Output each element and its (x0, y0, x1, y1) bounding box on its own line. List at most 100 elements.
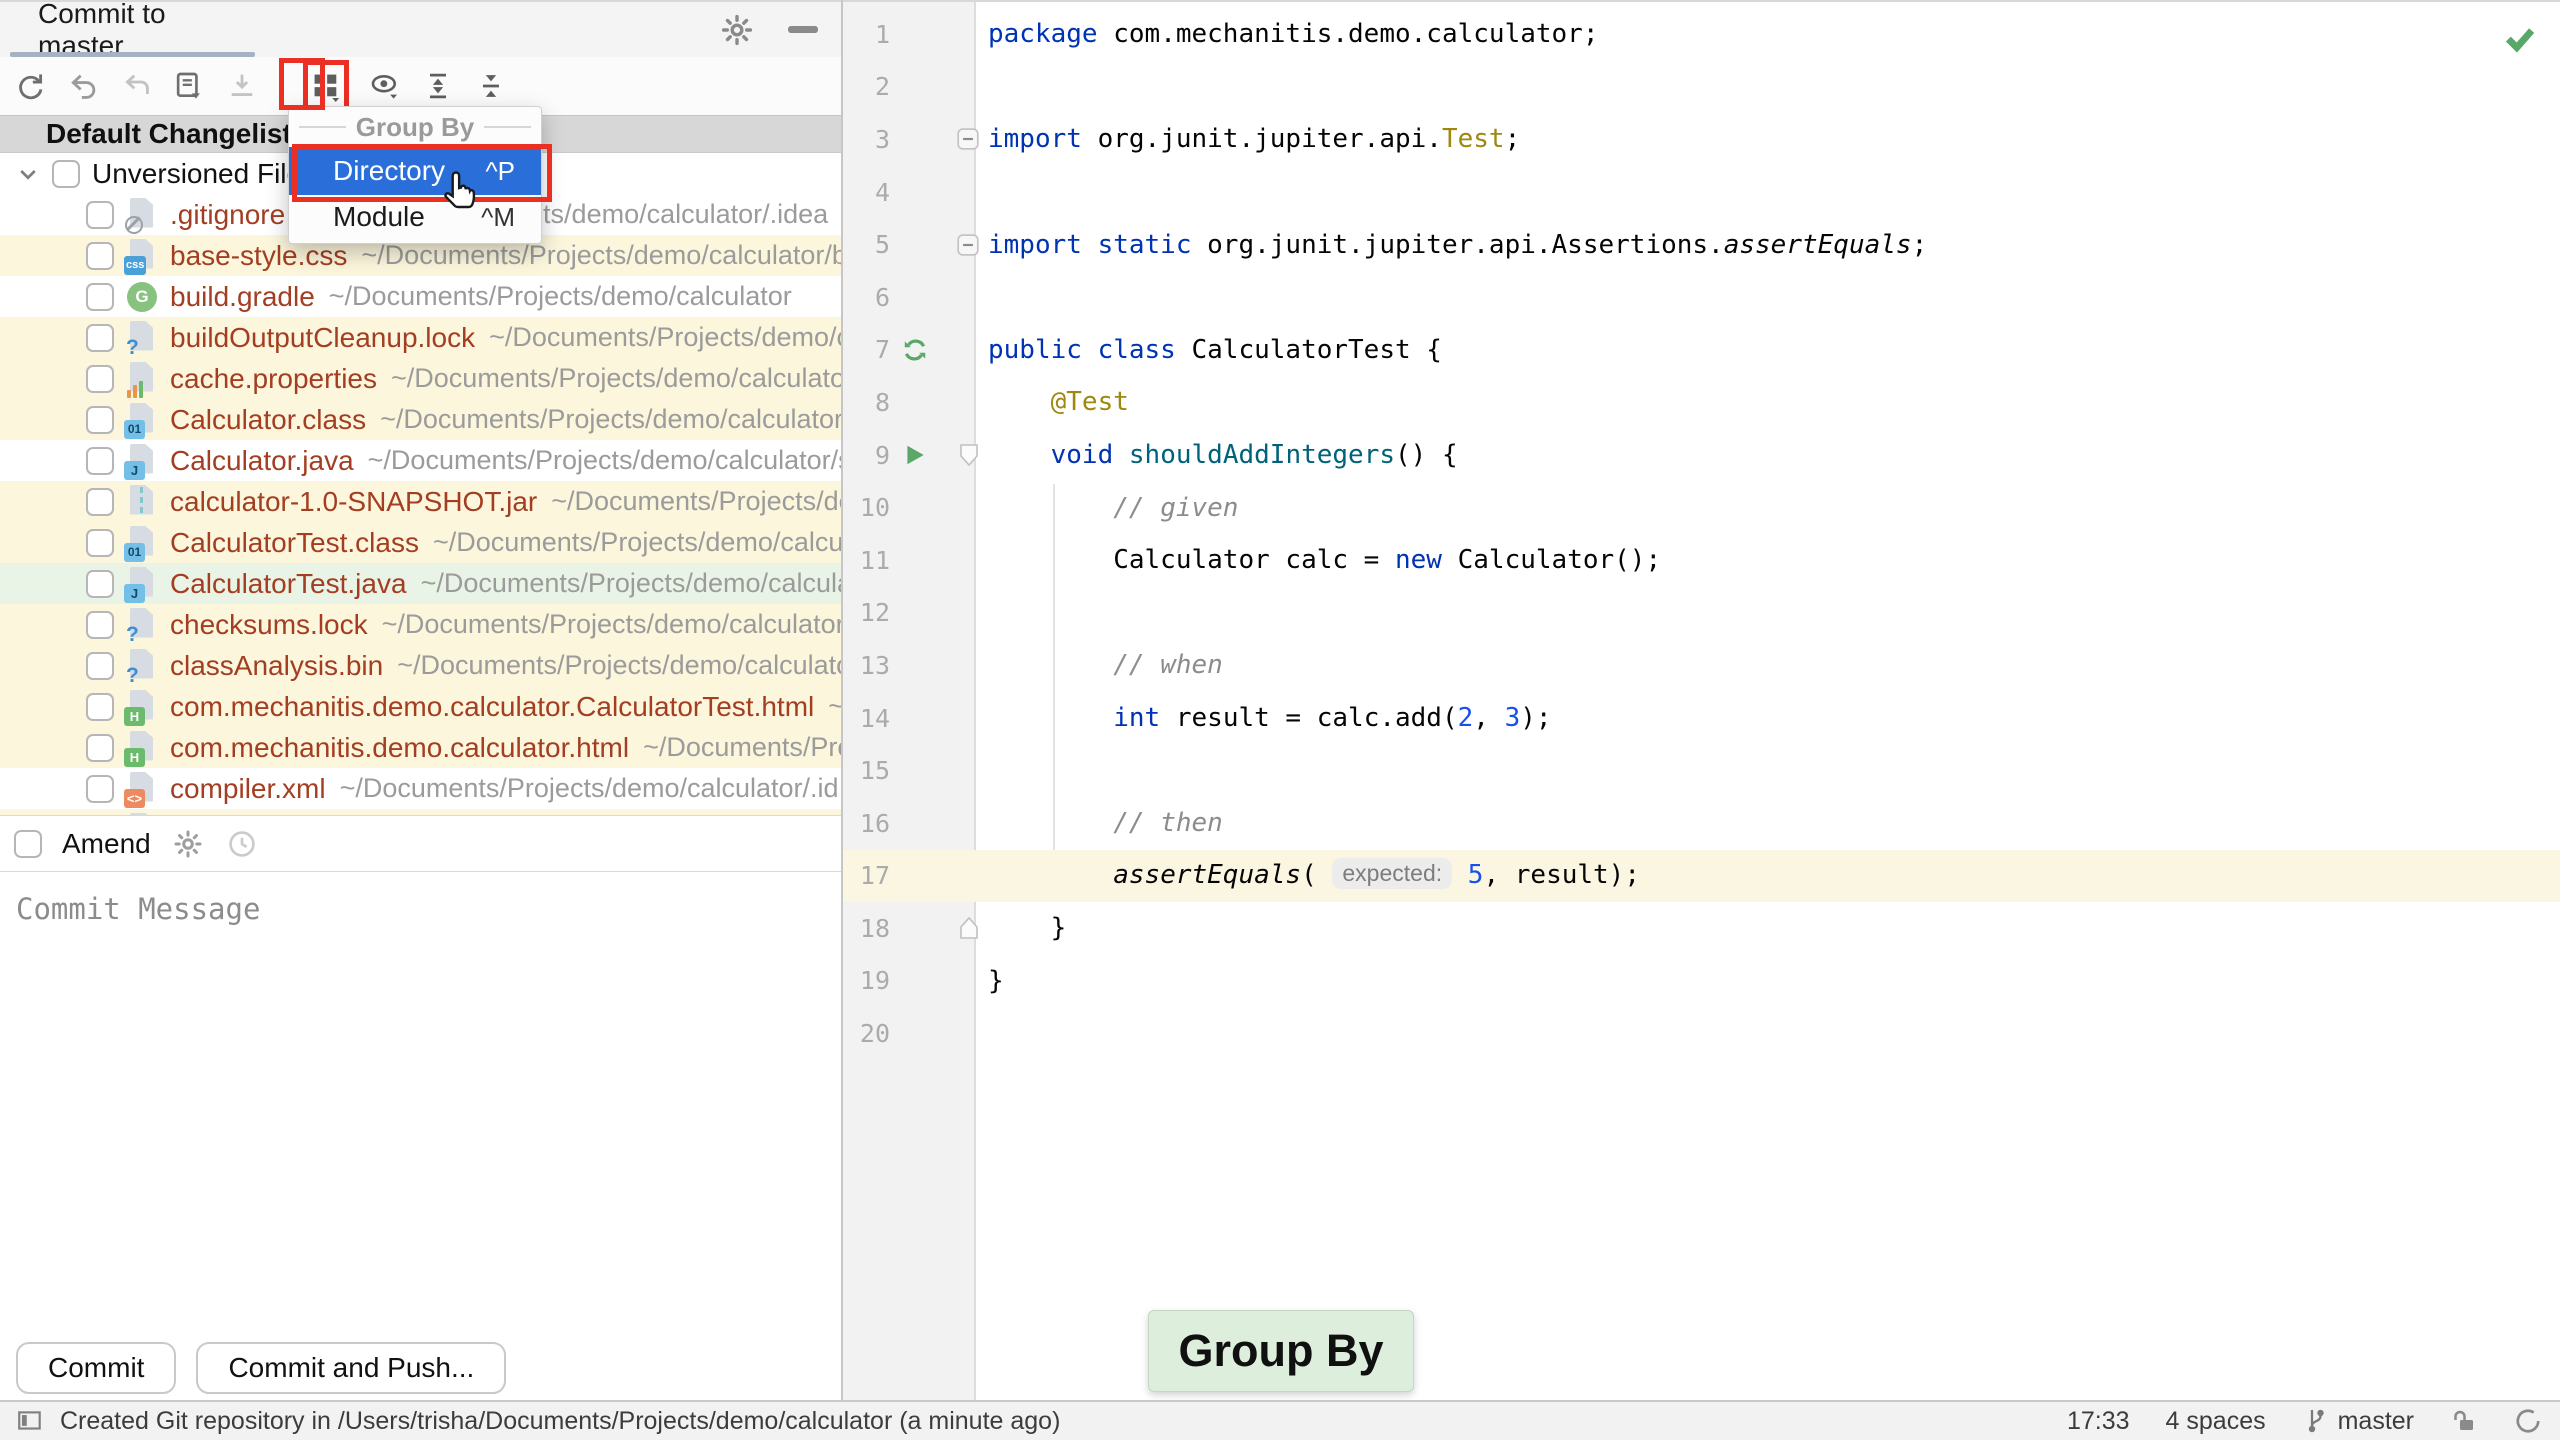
run-test-icon[interactable] (890, 442, 940, 468)
git-branch-widget[interactable]: master (2302, 1407, 2414, 1436)
fold-marker-icon[interactable] (940, 915, 982, 941)
group-by-icon[interactable] (303, 60, 349, 112)
file-row[interactable]: ? checksums.lock ~/Documents/Projects/demo… (0, 604, 841, 645)
commit-message-editor[interactable]: Commit Message (0, 872, 841, 1336)
file-checkbox[interactable] (86, 569, 114, 598)
file-tree[interactable]: Unversioned Files .gitignore ~/Documents/… (0, 153, 841, 815)
menu-header: Group By (289, 107, 541, 147)
commit-button[interactable]: Commit (16, 1342, 177, 1394)
file-row[interactable]: ? buildOutputCleanup.lock ~/Documents/Proj… (0, 317, 841, 358)
file-checkbox[interactable] (86, 282, 114, 311)
line-number: 17 (859, 861, 890, 891)
file-row[interactable]: J Calculator.java ~/Documents/Projects/dem… (0, 440, 841, 481)
code-text[interactable]: Calculator calc = new Calculator(); (982, 545, 1661, 575)
unknown-file-icon: ? (124, 319, 160, 358)
file-list: .gitignore ~/Documents/Projects/demo/calc… (0, 194, 841, 815)
minimize-icon[interactable] (785, 12, 821, 48)
toolwindow-toggle-icon[interactable] (16, 1407, 44, 1435)
code-lines: 1 package com.mechanitis.demo.calculator;… (843, 8, 2560, 1060)
rollback-icon[interactable] (119, 69, 153, 103)
code-text[interactable]: void shouldAddIntegers() { (982, 440, 1458, 470)
gear-icon[interactable] (719, 12, 755, 48)
line-number: 13 (859, 650, 890, 680)
file-checkbox[interactable] (86, 692, 114, 721)
file-name: buildOutputCleanup.lock (170, 321, 476, 353)
fold-marker-icon[interactable] (940, 233, 982, 257)
code-text[interactable]: } (982, 966, 1004, 996)
unlock-icon[interactable] (2450, 1407, 2478, 1435)
changelist-icon[interactable] (172, 69, 206, 103)
unversioned-files-checkbox[interactable] (52, 159, 80, 188)
refresh-icon[interactable] (13, 69, 47, 103)
code-text[interactable]: import static org.junit.jupiter.api.Asse… (982, 230, 1927, 260)
file-name: com.mechanitis.demo.calculator.Calculato… (170, 690, 815, 722)
shelve-icon[interactable] (225, 69, 259, 103)
fold-marker-icon[interactable] (940, 127, 982, 151)
file-row[interactable]: 01 Calculator.class ~/Documents/Projects/d… (0, 399, 841, 440)
inspections-ok-icon[interactable] (2502, 20, 2538, 56)
code-line: 13 // when (843, 639, 2560, 692)
file-row[interactable]: J CalculatorTest.java ~/Documents/Projects… (0, 563, 841, 604)
file-row[interactable]: <> compiler.xml ~/Documents/Projects/demo/… (0, 768, 841, 809)
file-checkbox[interactable] (86, 528, 114, 557)
file-row[interactable]: cache.properties ~/Documents/Projects/dem… (0, 358, 841, 399)
file-row[interactable]: calculator-1.0-SNAPSHOT.jar ~/Documents/P… (0, 481, 841, 522)
menu-item-module[interactable]: Module ^M (289, 195, 541, 239)
file-row[interactable]: ? classAnalysis.bin ~/Documents/Projects/d… (0, 645, 841, 686)
history-clock-icon[interactable] (225, 827, 259, 861)
file-checkbox[interactable] (86, 774, 114, 803)
status-indent-info[interactable]: 4 spaces (2166, 1407, 2266, 1436)
code-text[interactable]: package com.mechanitis.demo.calculator; (982, 19, 1598, 49)
undo-icon[interactable] (66, 69, 100, 103)
code-editor[interactable]: 1 package com.mechanitis.demo.calculator;… (843, 0, 2560, 1400)
run-class-icon[interactable] (890, 336, 940, 364)
html-file-icon: H (124, 729, 160, 767)
code-text[interactable]: // given (982, 493, 1238, 523)
code-text[interactable]: } (982, 913, 1067, 943)
code-text[interactable]: assertEquals( expected: 5, result); (982, 858, 1640, 891)
file-checkbox[interactable] (86, 200, 114, 229)
amend-row: Amend (0, 815, 841, 872)
status-time[interactable]: 17:33 (2067, 1407, 2130, 1436)
code-text[interactable]: int result = calc.add(2, 3); (982, 703, 1551, 733)
code-line: 7 public class CalculatorTest { (843, 324, 2560, 377)
fold-marker-icon[interactable] (940, 442, 982, 468)
preview-diff-icon[interactable] (368, 69, 402, 103)
file-checkbox[interactable] (86, 364, 114, 393)
file-row[interactable]: Hcom.mechanitis.demo.calculator.html ~/Do… (0, 727, 841, 768)
file-checkbox[interactable] (86, 446, 114, 475)
css-file-icon: css (124, 237, 160, 275)
notifications-icon[interactable] (2514, 1407, 2542, 1435)
chevron-down-icon[interactable] (16, 162, 40, 186)
file-checkbox[interactable] (86, 405, 114, 434)
collapse-all-icon[interactable] (474, 69, 508, 103)
amend-checkbox[interactable] (14, 829, 42, 858)
code-text[interactable]: import org.junit.jupiter.api.Test; (982, 124, 1520, 154)
menu-item-directory[interactable]: Directory ^P (289, 147, 541, 195)
status-message[interactable]: Created Git repository in /Users/trisha/… (60, 1407, 1060, 1436)
tab-commit-to-master[interactable]: Commit to master (10, 0, 255, 61)
file-path: ~/Documents/Projects/demo/calculator (381, 609, 841, 639)
file-row[interactable]: ? (0, 809, 841, 815)
file-checkbox[interactable] (86, 733, 114, 762)
file-checkbox[interactable] (86, 241, 114, 270)
file-checkbox[interactable] (86, 323, 114, 352)
gear-icon[interactable] (171, 827, 205, 861)
code-text[interactable]: public class CalculatorTest { (982, 335, 1442, 365)
hand-cursor (438, 168, 486, 216)
file-checkbox[interactable] (86, 610, 114, 639)
code-text[interactable]: // then (982, 808, 1223, 838)
file-checkbox[interactable] (86, 651, 114, 680)
file-row[interactable]: Hcom.mechanitis.demo.calculator.Calculat… (0, 686, 841, 727)
file-path: ~/Documents/Projects/demo/calculato (397, 650, 841, 680)
file-row[interactable]: 01 CalculatorTest.class ~/Documents/Projec… (0, 522, 841, 563)
line-number: 18 (859, 913, 890, 943)
commit-and-push-button[interactable]: Commit and Push... (196, 1342, 507, 1394)
expand-all-icon[interactable] (421, 69, 455, 103)
file-row[interactable]: Gbuild.gradle ~/Documents/Projects/demo/c… (0, 276, 841, 317)
code-line: 2 (843, 61, 2560, 114)
code-text[interactable]: @Test (982, 387, 1129, 417)
menu-shortcut: ^P (485, 155, 515, 186)
file-checkbox[interactable] (86, 487, 114, 516)
code-text[interactable]: // when (982, 650, 1223, 680)
